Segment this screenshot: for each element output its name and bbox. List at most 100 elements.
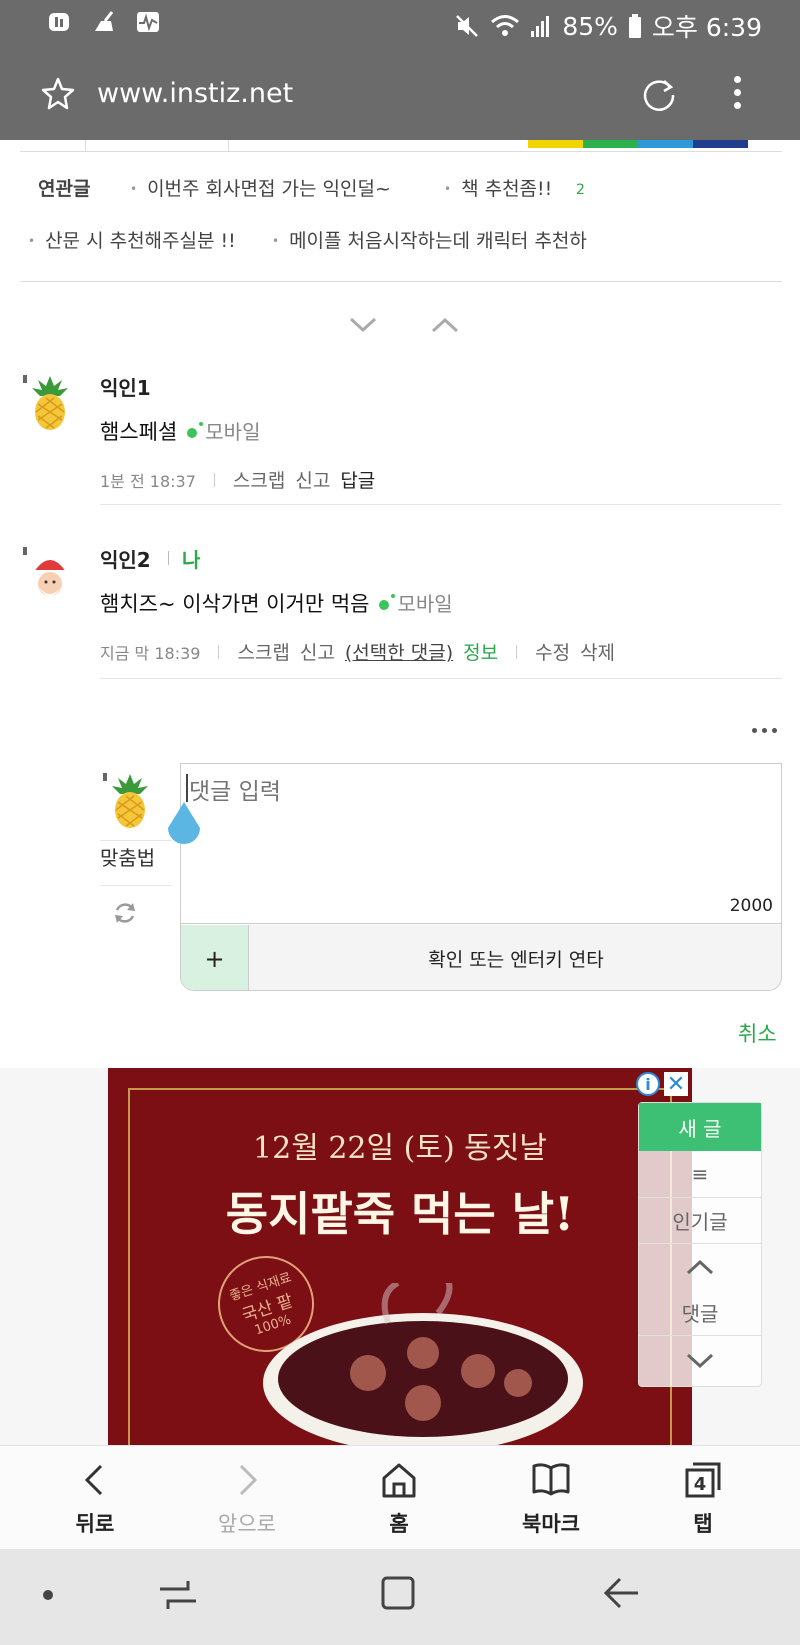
comment-body: 햄스페셜 bbox=[100, 420, 178, 444]
text-caret bbox=[186, 774, 188, 802]
back-button[interactable]: 뒤로 bbox=[45, 1460, 145, 1538]
info-link[interactable]: 정보 bbox=[463, 638, 498, 665]
attach-button[interactable]: + bbox=[181, 925, 249, 990]
popular-posts-button[interactable]: 인기글 bbox=[639, 1197, 761, 1243]
my-comment-badge: 나 bbox=[167, 544, 200, 573]
comment-author: 익인2 bbox=[100, 548, 151, 572]
delete-link[interactable]: 삭제 bbox=[580, 638, 615, 665]
chevron-left-icon bbox=[84, 1464, 103, 1496]
comment-meta: 1분 전 18:37 스크랩 신고 답글 bbox=[100, 466, 385, 493]
chevron-down-icon[interactable] bbox=[348, 315, 378, 335]
pineapple-avatar bbox=[23, 375, 68, 430]
comment-item: 익인2 나 햄치즈~ 이삭가면 이거만 먹음 모바일 지금 막 18:39 스크랩… bbox=[20, 544, 782, 684]
report-link[interactable]: 신고 bbox=[295, 466, 330, 493]
comment-time: 지금 막 18:39 bbox=[100, 643, 201, 663]
scrap-link[interactable]: 스크랩 bbox=[237, 638, 289, 665]
edit-link[interactable]: 수정 bbox=[535, 638, 570, 665]
related-posts: 연관글 이번주 회사면접 가는 익인덜~ 책 추천좀!! 2 산문 시 추천해주… bbox=[20, 154, 782, 282]
scroll-down-button[interactable] bbox=[639, 1335, 761, 1385]
related-label: 연관글 bbox=[38, 178, 91, 200]
menu-icon[interactable]: ≡ bbox=[639, 1151, 761, 1197]
color-bar-segment bbox=[583, 140, 638, 148]
porridge-bowl-image bbox=[263, 1283, 583, 1445]
ad-banner[interactable]: 12월 22일 (토) 동짓날 동지팥죽 먹는 날! 좋은 식재료 국산 팥 1… bbox=[108, 1068, 692, 1445]
wifi-icon bbox=[491, 15, 520, 36]
char-count: 2000 bbox=[729, 896, 773, 916]
reload-icon[interactable] bbox=[640, 75, 678, 113]
cleaner-icon bbox=[90, 8, 118, 36]
star-icon[interactable] bbox=[40, 76, 76, 112]
back-nav-icon[interactable] bbox=[602, 1575, 642, 1611]
browser-toolbar: 뒤로 앞으로 홈 북마크 4 탭 bbox=[0, 1445, 800, 1549]
device-label: 모바일 bbox=[397, 592, 453, 616]
signal-icon bbox=[531, 16, 550, 37]
ad-date-text: 12월 22일 (토) 동짓날 bbox=[253, 1131, 547, 1166]
tabs-button[interactable]: 4 탭 bbox=[653, 1460, 753, 1538]
reply-box: 2000 + 확인 또는 엔터키 연타 bbox=[180, 763, 782, 991]
bookmark-button[interactable]: 북마크 bbox=[501, 1460, 601, 1538]
home-label: 홈 bbox=[389, 1512, 409, 1536]
color-bar-segment bbox=[693, 140, 748, 148]
text-cursor-handle[interactable] bbox=[163, 800, 205, 852]
comments-button[interactable]: 댓글 bbox=[639, 1289, 761, 1335]
battery-icon bbox=[628, 14, 641, 38]
collapse-arrows bbox=[348, 315, 468, 343]
page-content: 연관글 이번주 회사면접 가는 익인덜~ 책 추천좀!! 2 산문 시 추천해주… bbox=[0, 140, 800, 1445]
tabs-label: 탭 bbox=[693, 1512, 713, 1536]
comment-body: 햄치즈~ 이삭가면 이거만 먹음 bbox=[100, 592, 370, 616]
related-count-badge: 2 bbox=[576, 182, 585, 198]
back-label: 뒤로 bbox=[75, 1512, 115, 1536]
device-label: 모바일 bbox=[205, 420, 261, 444]
mute-icon bbox=[456, 15, 479, 37]
online-dot-icon bbox=[379, 594, 396, 610]
pulse-icon bbox=[134, 8, 162, 36]
book-icon bbox=[532, 1463, 570, 1496]
related-item[interactable]: 이번주 회사면접 가는 익인덜~ bbox=[130, 174, 391, 201]
ad-headline: 동지팥죽 먹는 날! bbox=[225, 1187, 575, 1241]
refresh-icon[interactable] bbox=[112, 900, 138, 926]
clock: 오후 6:39 bbox=[651, 13, 762, 42]
ad-info-icon[interactable]: i bbox=[636, 1072, 660, 1096]
tab-count: 4 bbox=[694, 1474, 707, 1495]
report-link[interactable]: 신고 bbox=[300, 638, 335, 665]
comment-meta: 지금 막 18:39 스크랩 신고 (선택한 댓글) 정보 수정 삭제 bbox=[100, 638, 625, 665]
ad-close-icon[interactable]: ✕ bbox=[664, 1072, 688, 1097]
color-bar-segment bbox=[528, 140, 583, 148]
chevron-up-icon[interactable] bbox=[430, 315, 460, 335]
floating-nav: 새 글 ≡ 인기글 댓글 bbox=[638, 1102, 762, 1387]
comment-author: 익인1 bbox=[100, 376, 151, 400]
home-button[interactable]: 홈 bbox=[349, 1460, 449, 1538]
recent-apps-icon[interactable] bbox=[158, 1577, 198, 1613]
home-nav-icon[interactable] bbox=[380, 1575, 416, 1611]
more-vert-icon[interactable] bbox=[732, 76, 742, 112]
system-nav-bar bbox=[0, 1549, 800, 1645]
spellcheck-button[interactable]: 맞춤법 bbox=[100, 842, 155, 871]
santa-avatar bbox=[23, 547, 68, 596]
related-item[interactable]: 산문 시 추천해주실분 !! bbox=[28, 226, 236, 253]
related-item[interactable]: 책 추천좀!! bbox=[444, 174, 552, 201]
selected-comment-link[interactable]: (선택한 댓글) bbox=[345, 638, 453, 665]
new-post-button[interactable]: 새 글 bbox=[639, 1103, 761, 1151]
scroll-up-button[interactable] bbox=[639, 1243, 761, 1289]
more-options-icon[interactable] bbox=[752, 728, 777, 733]
home-icon bbox=[382, 1463, 416, 1498]
url-text[interactable]: www.instiz.net bbox=[97, 78, 293, 109]
chevron-right-icon bbox=[239, 1464, 258, 1496]
address-bar: www.instiz.net bbox=[0, 48, 800, 140]
chevron-up-icon bbox=[686, 1259, 714, 1274]
status-bar: 85% 오후 6:39 bbox=[0, 0, 800, 48]
cancel-button[interactable]: 취소 bbox=[738, 1018, 777, 1048]
submit-button[interactable]: 확인 또는 엔터키 연타 bbox=[249, 925, 781, 990]
comment-text: 햄치즈~ 이삭가면 이거만 먹음 모바일 bbox=[100, 588, 453, 618]
bookmark-label: 북마크 bbox=[522, 1512, 580, 1536]
online-dot-icon bbox=[187, 422, 204, 438]
forward-label: 앞으로 bbox=[218, 1512, 276, 1536]
related-item[interactable]: 메이플 처음시작하는데 캐릭터 추천하 bbox=[272, 226, 632, 253]
reply-link[interactable]: 답글 bbox=[340, 466, 375, 493]
comment-item: 익인1 햄스페셜 모바일 1분 전 18:37 스크랩 신고 답글 bbox=[20, 372, 782, 505]
scrap-link[interactable]: 스크랩 bbox=[233, 466, 285, 493]
forward-button[interactable]: 앞으로 bbox=[197, 1460, 297, 1538]
dot-icon bbox=[43, 1590, 53, 1600]
reply-input[interactable] bbox=[181, 764, 781, 924]
tabs-icon: 4 bbox=[685, 1462, 721, 1498]
